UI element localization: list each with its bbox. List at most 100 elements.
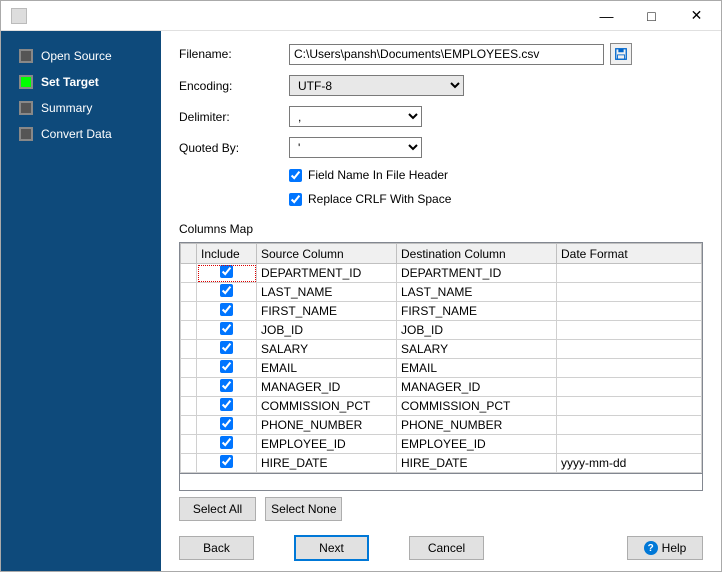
encoding-select[interactable]: UTF-8 <box>289 75 464 96</box>
table-row[interactable]: JOB_IDJOB_ID <box>181 321 702 340</box>
browse-button[interactable] <box>610 43 632 65</box>
row-handle[interactable] <box>181 264 197 283</box>
row-handle[interactable] <box>181 302 197 321</box>
include-cell[interactable] <box>197 435 257 454</box>
row-handle[interactable] <box>181 283 197 302</box>
include-checkbox[interactable] <box>220 284 233 297</box>
include-checkbox[interactable] <box>220 379 233 392</box>
source-column-cell[interactable]: LAST_NAME <box>257 283 397 302</box>
date-format-cell[interactable] <box>557 416 702 435</box>
destination-column-cell[interactable]: FIRST_NAME <box>397 302 557 321</box>
date-format-cell[interactable] <box>557 359 702 378</box>
include-cell[interactable] <box>197 264 257 283</box>
sidebar-item-open-source[interactable]: Open Source <box>1 43 161 69</box>
table-row[interactable]: DEPARTMENT_IDDEPARTMENT_ID <box>181 264 702 283</box>
include-checkbox[interactable] <box>220 341 233 354</box>
row-handle[interactable] <box>181 435 197 454</box>
cancel-button[interactable]: Cancel <box>409 536 484 560</box>
destination-column-cell[interactable]: COMMISSION_PCT <box>397 397 557 416</box>
include-cell[interactable] <box>197 283 257 302</box>
source-column-cell[interactable]: MANAGER_ID <box>257 378 397 397</box>
date-format-cell[interactable] <box>557 340 702 359</box>
table-row[interactable]: EMPLOYEE_IDEMPLOYEE_ID <box>181 435 702 454</box>
col-header-source[interactable]: Source Column <box>257 244 397 264</box>
destination-column-cell[interactable]: HIRE_DATE <box>397 454 557 473</box>
filename-input[interactable] <box>289 44 604 65</box>
include-checkbox[interactable] <box>220 265 233 278</box>
destination-column-cell[interactable]: EMPLOYEE_ID <box>397 435 557 454</box>
include-checkbox[interactable] <box>220 360 233 373</box>
quoted-by-select[interactable]: ' <box>289 137 422 158</box>
include-cell[interactable] <box>197 416 257 435</box>
include-cell[interactable] <box>197 302 257 321</box>
date-format-cell[interactable] <box>557 378 702 397</box>
table-row[interactable]: HIRE_DATEHIRE_DATEyyyy-mm-dd <box>181 454 702 473</box>
row-handle[interactable] <box>181 397 197 416</box>
destination-column-cell[interactable]: EMAIL <box>397 359 557 378</box>
include-cell[interactable] <box>197 340 257 359</box>
date-format-cell[interactable]: yyyy-mm-dd <box>557 454 702 473</box>
include-cell[interactable] <box>197 397 257 416</box>
destination-column-cell[interactable]: DEPARTMENT_ID <box>397 264 557 283</box>
row-handle[interactable] <box>181 340 197 359</box>
source-column-cell[interactable]: COMMISSION_PCT <box>257 397 397 416</box>
include-cell[interactable] <box>197 321 257 340</box>
include-cell[interactable] <box>197 454 257 473</box>
source-column-cell[interactable]: FIRST_NAME <box>257 302 397 321</box>
include-checkbox[interactable] <box>220 322 233 335</box>
col-header-blank[interactable] <box>181 244 197 264</box>
minimize-button[interactable]: — <box>584 2 629 30</box>
date-format-cell[interactable] <box>557 302 702 321</box>
source-column-cell[interactable]: SALARY <box>257 340 397 359</box>
back-button[interactable]: Back <box>179 536 254 560</box>
table-row[interactable]: PHONE_NUMBERPHONE_NUMBER <box>181 416 702 435</box>
destination-column-cell[interactable]: MANAGER_ID <box>397 378 557 397</box>
table-row[interactable]: EMAILEMAIL <box>181 359 702 378</box>
help-button[interactable]: ? Help <box>627 536 703 560</box>
select-none-button[interactable]: Select None <box>265 497 342 521</box>
next-button[interactable]: Next <box>294 535 369 561</box>
include-cell[interactable] <box>197 378 257 397</box>
sidebar-item-set-target[interactable]: Set Target <box>1 69 161 95</box>
close-button[interactable]: ✕ <box>674 2 719 30</box>
row-handle[interactable] <box>181 321 197 340</box>
include-cell[interactable] <box>197 359 257 378</box>
include-checkbox[interactable] <box>220 417 233 430</box>
date-format-cell[interactable] <box>557 321 702 340</box>
select-all-button[interactable]: Select All <box>179 497 256 521</box>
destination-column-cell[interactable]: SALARY <box>397 340 557 359</box>
col-header-dest[interactable]: Destination Column <box>397 244 557 264</box>
date-format-cell[interactable] <box>557 264 702 283</box>
date-format-cell[interactable] <box>557 435 702 454</box>
table-row[interactable]: LAST_NAMELAST_NAME <box>181 283 702 302</box>
source-column-cell[interactable]: JOB_ID <box>257 321 397 340</box>
table-row[interactable]: COMMISSION_PCTCOMMISSION_PCT <box>181 397 702 416</box>
row-handle[interactable] <box>181 378 197 397</box>
row-handle[interactable] <box>181 454 197 473</box>
destination-column-cell[interactable]: PHONE_NUMBER <box>397 416 557 435</box>
col-header-dateformat[interactable]: Date Format <box>557 244 702 264</box>
table-row[interactable]: SALARYSALARY <box>181 340 702 359</box>
destination-column-cell[interactable]: LAST_NAME <box>397 283 557 302</box>
source-column-cell[interactable]: PHONE_NUMBER <box>257 416 397 435</box>
col-header-include[interactable]: Include <box>197 244 257 264</box>
table-row[interactable]: MANAGER_IDMANAGER_ID <box>181 378 702 397</box>
source-column-cell[interactable]: EMPLOYEE_ID <box>257 435 397 454</box>
field-name-header-checkbox[interactable] <box>289 169 302 182</box>
date-format-cell[interactable] <box>557 397 702 416</box>
date-format-cell[interactable] <box>557 283 702 302</box>
include-checkbox[interactable] <box>220 398 233 411</box>
include-checkbox[interactable] <box>220 436 233 449</box>
destination-column-cell[interactable]: JOB_ID <box>397 321 557 340</box>
sidebar-item-summary[interactable]: Summary <box>1 95 161 121</box>
replace-crlf-checkbox[interactable] <box>289 193 302 206</box>
sidebar-item-convert-data[interactable]: Convert Data <box>1 121 161 147</box>
include-checkbox[interactable] <box>220 303 233 316</box>
row-handle[interactable] <box>181 359 197 378</box>
source-column-cell[interactable]: EMAIL <box>257 359 397 378</box>
include-checkbox[interactable] <box>220 455 233 468</box>
source-column-cell[interactable]: DEPARTMENT_ID <box>257 264 397 283</box>
row-handle[interactable] <box>181 416 197 435</box>
delimiter-select[interactable]: , <box>289 106 422 127</box>
table-row[interactable]: FIRST_NAMEFIRST_NAME <box>181 302 702 321</box>
